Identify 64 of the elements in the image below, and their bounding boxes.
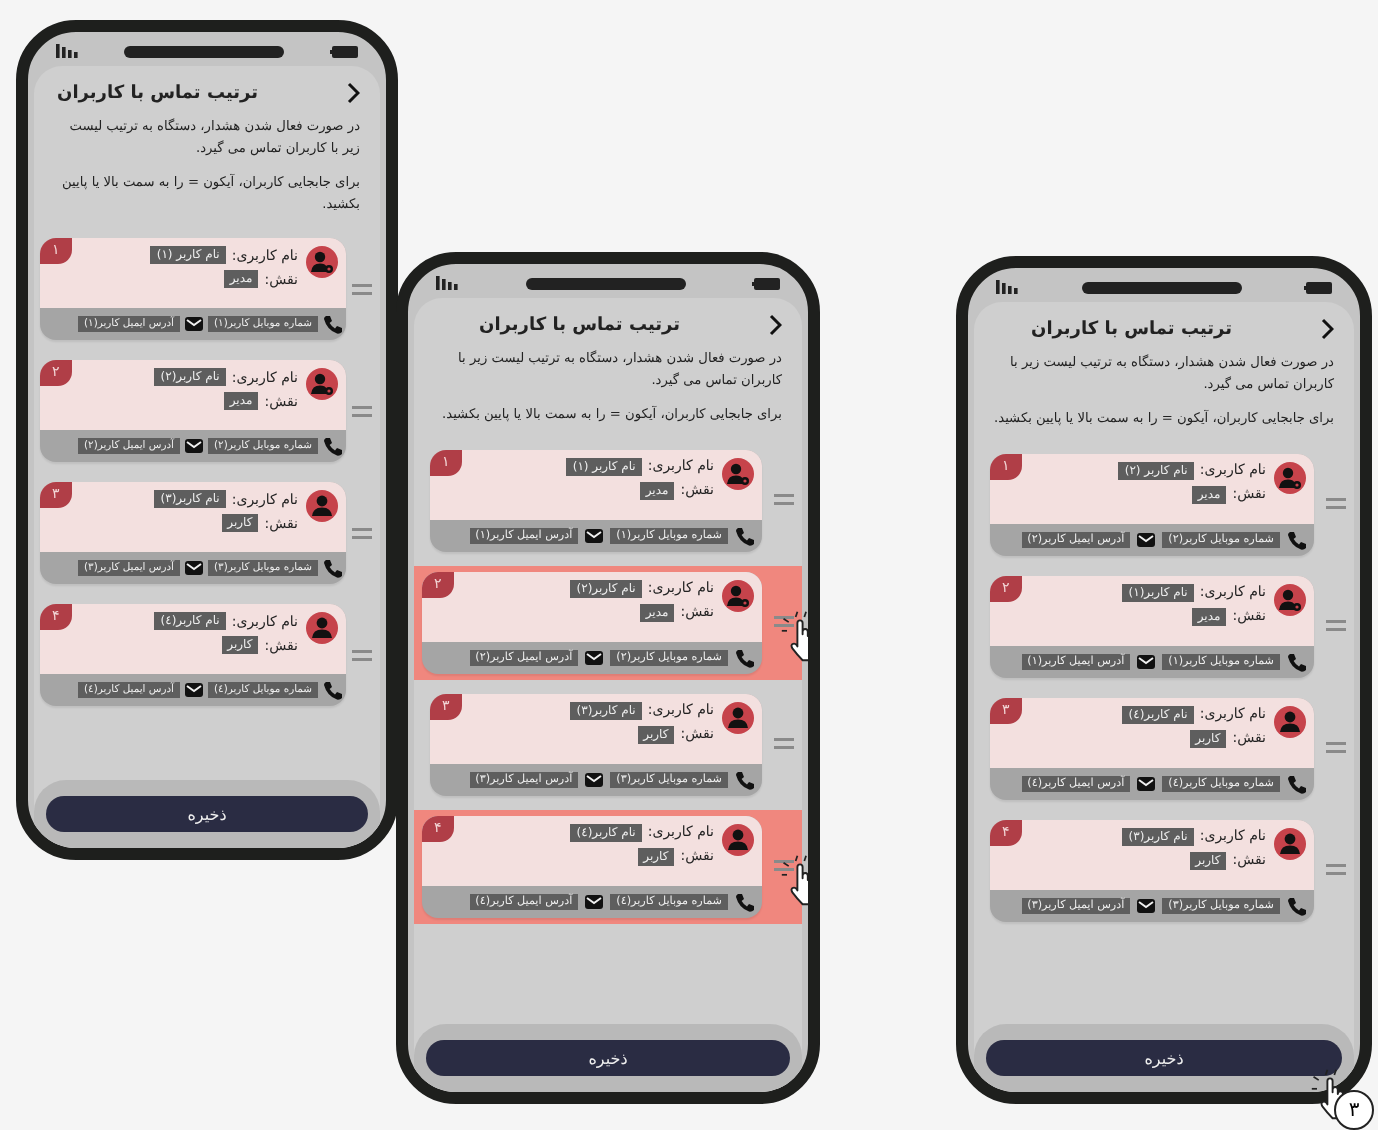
mail-icon: [1136, 529, 1157, 550]
phone-icon: [322, 314, 342, 335]
mail-icon: [1136, 773, 1157, 794]
back-chevron-icon[interactable]: [346, 82, 360, 104]
admin-avatar-icon: [1274, 461, 1306, 494]
user-avatar-icon: [722, 823, 754, 856]
phone-icon: [734, 647, 754, 668]
mail-icon: [1136, 651, 1157, 672]
drag-handle-icon[interactable]: [774, 616, 794, 629]
drag-handle-icon[interactable]: [774, 494, 794, 507]
screen-title: ترتیب تماس با کاربران: [479, 315, 680, 335]
drag-handle-icon[interactable]: [1326, 498, 1346, 511]
phone-icon: [734, 891, 754, 912]
phone-icon: [1286, 529, 1306, 550]
screen-title: ترتیب تماس با کاربران: [1031, 319, 1232, 339]
back-chevron-icon[interactable]: [768, 314, 782, 336]
signal-icon: [56, 44, 78, 58]
admin-avatar-icon: [306, 368, 338, 401]
mail-icon: [584, 769, 605, 790]
save-button[interactable]: ذخیره: [986, 1040, 1342, 1076]
battery-icon: [330, 45, 358, 57]
user-avatar-icon: [306, 490, 338, 523]
drag-handle-icon[interactable]: [352, 405, 372, 418]
phone-icon: [322, 436, 342, 457]
mail-icon: [183, 558, 204, 579]
drag-handle-icon[interactable]: [352, 527, 372, 540]
signal-icon: [436, 276, 458, 290]
phone-icon: [1286, 773, 1306, 794]
user-avatar-icon: [306, 612, 338, 645]
drag-handle-icon[interactable]: [352, 649, 372, 662]
drag-handle-icon[interactable]: [1326, 620, 1346, 633]
user-avatar-icon: [1274, 827, 1306, 860]
phone-icon: [322, 558, 342, 579]
admin-avatar-icon: [722, 579, 754, 612]
user-avatar-icon: [722, 701, 754, 734]
mail-icon: [584, 525, 605, 546]
drag-handle-icon[interactable]: [774, 738, 794, 751]
mail-icon: [1136, 895, 1157, 916]
mail-icon: [183, 314, 204, 335]
signal-icon: [996, 280, 1018, 294]
phone-icon: [734, 769, 754, 790]
mail-icon: [183, 680, 204, 701]
admin-avatar-icon: [1274, 583, 1306, 616]
drag-handle-icon[interactable]: [1326, 742, 1346, 755]
save-button[interactable]: ذخیره: [46, 796, 368, 832]
battery-icon: [752, 277, 780, 289]
drag-handle-icon[interactable]: [774, 860, 794, 873]
screen-title: ترتیب تماس با کاربران: [57, 83, 258, 103]
mail-icon: [584, 891, 605, 912]
mail-icon: [584, 647, 605, 668]
save-button[interactable]: ذخیره: [426, 1040, 790, 1076]
drag-handle-icon[interactable]: [1326, 864, 1346, 877]
phone-icon: [1286, 895, 1306, 916]
back-chevron-icon[interactable]: [1320, 318, 1334, 340]
mail-icon: [183, 436, 204, 457]
admin-avatar-icon: [306, 246, 338, 279]
admin-avatar-icon: [722, 457, 754, 490]
drag-handle-icon[interactable]: [352, 283, 372, 296]
phone-icon: [322, 680, 342, 701]
phone-icon: [734, 525, 754, 546]
battery-icon: [1304, 281, 1332, 293]
phone-icon: [1286, 651, 1306, 672]
step-number: ۳: [1334, 1090, 1374, 1130]
user-avatar-icon: [1274, 705, 1306, 738]
